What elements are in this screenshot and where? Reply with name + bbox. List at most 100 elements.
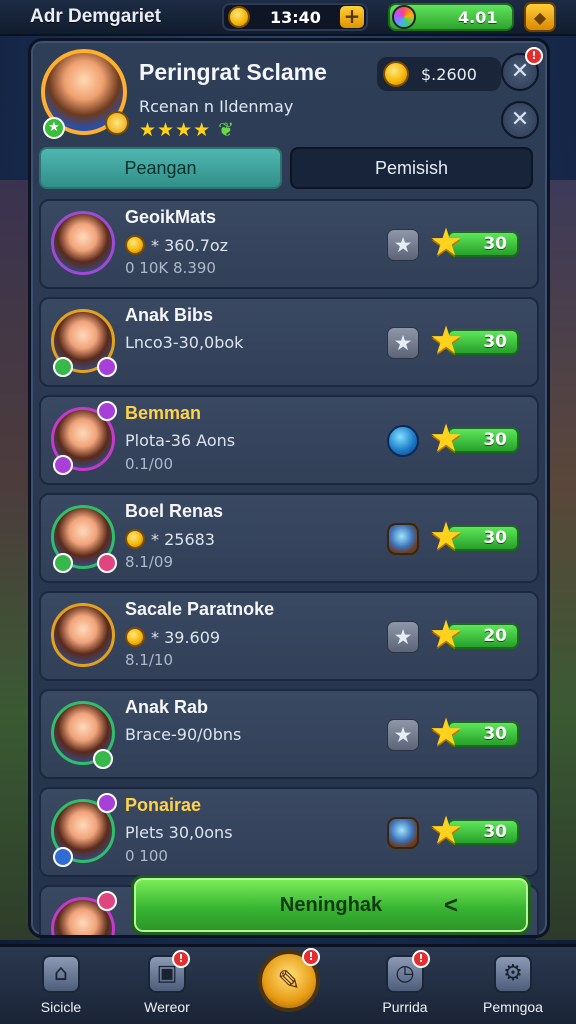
gold-star-icon: ★ (429, 710, 464, 754)
list-item[interactable]: Anak Bibs Lnco3-30,0bok ★ 30 ★ (39, 297, 539, 387)
list-item[interactable]: Bemman Plota-36 Aons 0.1/00 30 ★ (39, 395, 539, 485)
coin-balance: 13:40 + (222, 3, 368, 31)
tab-pemisish[interactable]: Pemisish (290, 147, 533, 189)
list-item[interactable]: Sacale Paratnoke * 39.609 8.1/10 ★ 20 ★ (39, 591, 539, 681)
player-score: 20 ★ (429, 615, 519, 653)
star-badge-icon[interactable]: ★ (387, 621, 419, 653)
coin-icon (228, 6, 250, 28)
player-score: 30 ★ (429, 220, 519, 264)
status-dot-icon (97, 357, 117, 377)
close-icon: ✕ (510, 59, 530, 84)
star-badge-icon[interactable]: ★ (387, 719, 419, 751)
nav-label-map: Wereor (144, 999, 190, 1015)
gold-medal-icon (105, 111, 129, 135)
shield-icon: ◆ (533, 7, 547, 27)
nav-item-map[interactable]: ▣ Wereor (122, 955, 212, 1015)
player-stat-value: * 360.7oz (151, 235, 229, 255)
player-stat-value: Brace-90/0bns (125, 725, 242, 744)
coin-balance-value: 13:40 (270, 7, 321, 27)
gold-star-icon: ★ (429, 318, 464, 362)
gold-star-icon: ★ (429, 514, 464, 558)
profile-rating: ★★★★ ❦ (139, 119, 235, 141)
close-button[interactable]: ✕ (501, 101, 539, 139)
clock-notification-badge: ! (412, 950, 430, 968)
map-notification-badge: ! (172, 950, 190, 968)
player-detail: 8.1/10 (125, 651, 173, 669)
profile-subtitle: Rcenan n Ildenmay (139, 97, 294, 116)
shield-button[interactable]: ◆ (524, 2, 556, 32)
player-stat: * 25683 (125, 529, 215, 549)
battle-notification-badge: ! (302, 948, 320, 966)
player-detail: 0 10K 8.390 (125, 259, 216, 277)
player-name: Boel Renas (125, 501, 224, 521)
gold-star-icon: ★ (429, 220, 464, 264)
coin-icon (383, 61, 409, 87)
player-score: 30 ★ (429, 808, 519, 852)
orb-icon[interactable] (387, 523, 419, 555)
gear-icon: ⚙ (494, 955, 532, 993)
player-name: GeoikMats (125, 207, 217, 227)
player-score: 30 ★ (429, 416, 519, 460)
profile-coins-value: $.2600 (421, 64, 477, 84)
close-icon: ✕ (510, 107, 530, 132)
player-list: GeoikMats * 360.7oz 0 10K 8.390 ★ 30 ★ A… (39, 199, 539, 935)
player-stat: Plets 30,0ons (125, 823, 233, 842)
gold-star-icon: ★ (429, 416, 464, 460)
home-icon: ⌂ (42, 955, 80, 993)
profile-header: ★ Peringrat Sclame Rcenan n Ildenmay ★★★… (41, 47, 543, 147)
list-item[interactable]: Ponairae Plets 30,0ons 0 100 30 ★ (39, 787, 539, 877)
star-badge-icon[interactable]: ★ (387, 229, 419, 261)
list-item[interactable]: Anak Rab Brace-90/0bns ★ 30 ★ (39, 689, 539, 779)
tab-bar: Peangan Pemisish (39, 147, 533, 189)
nav-item-settings[interactable]: ⚙ Pemngoa (468, 955, 558, 1015)
nav-label-settings: Pemngoa (483, 999, 543, 1015)
player-name: Anak Bibs (125, 305, 214, 325)
nav-item-home[interactable]: ⌂ Sicicle (16, 955, 106, 1015)
status-dot-icon (53, 847, 73, 867)
status-dot-icon (97, 793, 117, 813)
app-title: Adr Demgariet (30, 6, 161, 27)
player-detail: 8.1/09 (125, 553, 173, 571)
leaf-icon: ❦ (218, 119, 236, 141)
player-stat-value: * 25683 (151, 529, 215, 549)
primary-action-button[interactable]: Neninghak < (131, 875, 531, 935)
status-dot-icon (97, 401, 117, 421)
player-stat: Lnco3-30,0bok (125, 333, 243, 352)
top-bar: Adr Demgariet 13:40 + 4.01 ◆ (0, 0, 576, 36)
gem-icon (392, 5, 416, 29)
gold-star-icon: ★ (429, 808, 464, 852)
player-score: 30 ★ (429, 710, 519, 754)
player-name: Sacale Paratnoke (125, 599, 275, 619)
star-rating-icon: ★★★★ (139, 119, 212, 141)
player-stat-value: * 39.609 (151, 627, 221, 647)
chevron-left-icon: < (443, 892, 458, 919)
status-dot-icon (97, 553, 117, 573)
status-dot-icon (97, 891, 117, 911)
player-stat: Brace-90/0bns (125, 725, 241, 744)
battle-icon: ✎ (277, 964, 301, 997)
blue-gem-icon[interactable] (387, 425, 419, 457)
player-detail: 0 100 (125, 847, 168, 865)
tab-peangan[interactable]: Peangan (39, 147, 282, 189)
nav-item-clock[interactable]: ◷ Purrida (360, 955, 450, 1015)
player-avatar (51, 603, 115, 667)
orb-icon[interactable] (387, 817, 419, 849)
star-badge-icon[interactable]: ★ (387, 327, 419, 359)
profile-name: Peringrat Sclame (139, 59, 327, 85)
list-item[interactable]: GeoikMats * 360.7oz 0 10K 8.390 ★ 30 ★ (39, 199, 539, 289)
player-score: 30 ★ (429, 318, 519, 362)
coin-icon (125, 235, 145, 255)
player-score: 30 ★ (429, 514, 519, 558)
notification-badge: ! (525, 47, 543, 65)
status-dot-icon (53, 357, 73, 377)
player-name: Bemman (125, 403, 202, 423)
list-item[interactable]: Boel Renas * 25683 8.1/09 30 ★ (39, 493, 539, 583)
player-stat-value: Lnco3-30,0bok (125, 333, 244, 352)
nav-label-clock: Purrida (382, 999, 428, 1015)
player-stat: Plota-36 Aons (125, 431, 235, 450)
player-name: Anak Rab (125, 697, 209, 717)
player-detail: 0.1/00 (125, 455, 173, 473)
gem-balance[interactable]: 4.01 (388, 3, 514, 31)
add-coins-button[interactable]: + (340, 6, 364, 28)
status-dot-icon (93, 749, 113, 769)
